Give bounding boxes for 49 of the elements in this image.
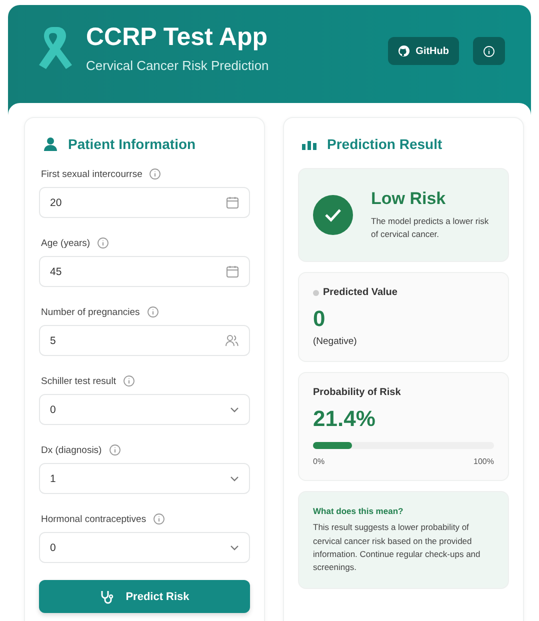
info-icon (146, 306, 159, 318)
input-field[interactable]: 5 (39, 325, 250, 356)
info-icon (97, 237, 110, 249)
field-label: Number of pregnancies (41, 306, 140, 318)
scale-max: 100% (474, 457, 494, 466)
panel-label: Probability of Risk (313, 387, 402, 398)
chevron-down-icon (230, 544, 239, 550)
info-icon (122, 375, 135, 387)
field-label: First sexual intercourrse (41, 168, 142, 180)
stethoscope-icon (100, 590, 114, 604)
field-label: Age (years) (41, 238, 90, 248)
calendar-icon (226, 196, 239, 209)
predicted-note: (Negative) (313, 336, 358, 348)
select-field[interactable]: 1 (39, 463, 250, 494)
info-icon (153, 513, 166, 525)
verdict-text: The model predicts a lower risk of cervical cancer. (371, 215, 490, 242)
app-subtitle: Cervical Cancer Risk Prediction (86, 58, 270, 73)
field-label: Schiller test result (41, 376, 116, 386)
info-icon (149, 168, 162, 180)
select-field[interactable]: 0 (39, 394, 250, 425)
card-title: Patient Information (68, 136, 196, 152)
scale-min: 0% (313, 457, 325, 466)
person-icon (43, 137, 58, 151)
bar-chart-icon (302, 138, 317, 150)
predict-button[interactable]: Predict Risk (39, 580, 250, 613)
panel-label: Predicted Value (323, 287, 398, 298)
chevron-down-icon (230, 476, 239, 482)
calendar-icon (226, 265, 239, 278)
explanation-title: What does this mean? (313, 506, 404, 516)
check-circle-icon (313, 195, 353, 236)
explanation-text: This result suggests a lower probability of cervical cancer risk based on the provided information. Continue regular check-ups and screenings. (313, 521, 482, 574)
info-icon (108, 444, 121, 456)
field-label: Dx (diagnosis) (41, 444, 102, 456)
input-field[interactable]: 20 (39, 187, 250, 218)
app-title: CCRP Test App (86, 23, 268, 52)
info-icon (483, 44, 495, 58)
github-icon (398, 45, 410, 57)
predicted-value: 0 (313, 306, 326, 332)
people-icon (225, 334, 239, 347)
input-field[interactable]: 45 (39, 256, 250, 287)
info-button[interactable] (473, 37, 505, 65)
chevron-down-icon (230, 406, 239, 412)
field-label: Hormonal contraceptives (41, 514, 146, 524)
card-title: Prediction Result (327, 136, 442, 152)
select-field[interactable]: 0 (39, 532, 250, 563)
github-button[interactable]: GitHub (388, 37, 459, 65)
dot-icon (313, 290, 319, 296)
verdict-title: Low Risk (371, 189, 447, 209)
probability-value: 21.4% (313, 406, 376, 432)
